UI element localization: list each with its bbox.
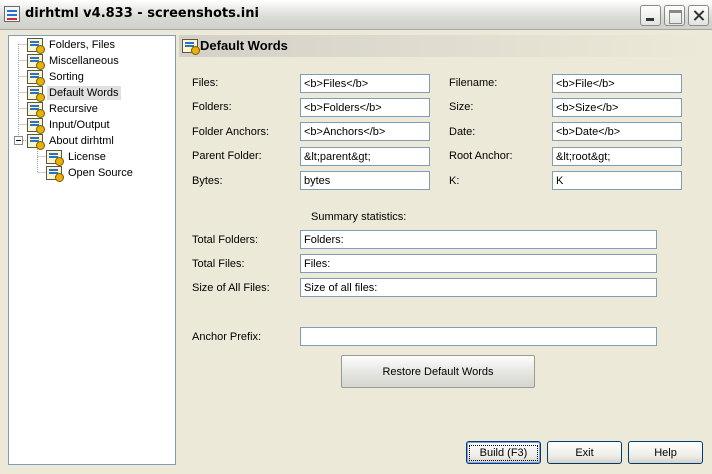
tree-item-miscellaneous[interactable]: Miscellaneous	[27, 53, 121, 70]
tree-item-open-source[interactable]: Open Source	[46, 165, 135, 182]
root-anchor-label: Root Anchor:	[449, 150, 513, 162]
k-input[interactable]: K	[552, 171, 682, 190]
build-button-label: Build (F3)	[468, 444, 539, 461]
restore-default-words-button[interactable]: Restore Default Words	[341, 355, 535, 388]
tree-item-label: Input/Output	[49, 119, 110, 131]
maximize-button[interactable]	[664, 5, 685, 26]
total-files-input[interactable]: Files:	[300, 254, 657, 273]
total-folders-input[interactable]: Folders:	[300, 230, 657, 249]
help-button[interactable]: Help	[628, 441, 703, 464]
bytes-label: Bytes:	[192, 175, 223, 187]
parent-folder-label: Parent Folder:	[192, 150, 262, 162]
k-label: K:	[449, 175, 460, 187]
tree-item-sorting[interactable]: Sorting	[27, 69, 86, 86]
anchor-prefix-input[interactable]	[300, 327, 657, 346]
parent-folder-input[interactable]: &lt;parent&gt;	[300, 147, 430, 166]
settings-page-icon	[27, 54, 45, 70]
folders-label: Folders:	[192, 101, 232, 113]
tree-item-input-output[interactable]: Input/Output	[27, 117, 112, 134]
minimize-button[interactable]	[640, 5, 661, 26]
filename-input[interactable]: <b>File</b>	[552, 74, 682, 93]
tree-item-label: Default Words	[47, 86, 121, 100]
settings-page-icon	[27, 70, 45, 86]
settings-page-icon	[46, 166, 64, 182]
size-all-files-label: Size of All Files:	[192, 282, 270, 294]
total-folders-label: Total Folders:	[192, 234, 259, 246]
tree-item-label: Open Source	[68, 167, 133, 179]
size-label: Size:	[449, 101, 474, 113]
settings-page-icon	[27, 102, 45, 118]
tree-item-label: Recursive	[49, 103, 98, 115]
files-label: Files:	[192, 77, 219, 89]
close-button[interactable]	[688, 5, 709, 26]
document-icon	[27, 134, 45, 150]
build-button[interactable]: Build (F3)	[466, 441, 541, 464]
settings-page-icon	[27, 38, 45, 54]
date-label: Date:	[449, 126, 476, 138]
tree-item-folders-files[interactable]: Folders, Files	[27, 37, 117, 54]
tree-item-about[interactable]: About dirhtml	[27, 133, 116, 150]
exit-button[interactable]: Exit	[547, 441, 622, 464]
files-input[interactable]: <b>Files</b>	[300, 74, 430, 93]
tree-item-label: Folders, Files	[49, 39, 116, 51]
tree-item-label: Sorting	[49, 71, 84, 83]
folder-anchors-input[interactable]: <b>Anchors</b>	[300, 122, 430, 141]
settings-page-icon	[27, 118, 45, 134]
collapse-toggle-icon[interactable]	[14, 136, 23, 145]
tree-item-recursive[interactable]: Recursive	[27, 101, 100, 118]
settings-page-icon	[182, 39, 200, 55]
tree-item-label: Miscellaneous	[49, 55, 119, 67]
tree-item-default-words[interactable]: Default Words	[27, 85, 121, 102]
tree-item-label: License	[68, 151, 106, 163]
app-icon[interactable]	[4, 6, 20, 22]
folders-input[interactable]: <b>Folders</b>	[300, 98, 430, 117]
folder-anchors-label: Folder Anchors:	[192, 126, 270, 138]
anchor-prefix-label: Anchor Prefix:	[192, 331, 262, 343]
tree-item-license[interactable]: License	[46, 149, 108, 166]
panel-header: Default Words	[179, 35, 704, 57]
settings-page-icon	[46, 150, 64, 166]
root-anchor-input[interactable]: &lt;root&gt;	[552, 147, 682, 166]
summary-title: Summary statistics:	[311, 211, 407, 223]
total-files-label: Total Files:	[192, 258, 245, 270]
tree-item-label: About dirhtml	[49, 135, 114, 147]
window-title: dirhtml v4.833 - screenshots.ini	[25, 6, 259, 21]
size-input[interactable]: <b>Size</b>	[552, 98, 682, 117]
date-input[interactable]: <b>Date</b>	[552, 122, 682, 141]
title-bar[interactable]: dirhtml v4.833 - screenshots.ini	[0, 0, 712, 30]
filename-label: Filename:	[449, 77, 498, 89]
bytes-input[interactable]: bytes	[300, 171, 430, 190]
settings-tree[interactable]: Folders, Files Miscellaneous Sorting Def…	[8, 35, 176, 465]
panel-title: Default Words	[200, 38, 288, 53]
size-all-files-input[interactable]: Size of all files:	[300, 278, 657, 297]
settings-page-icon	[27, 86, 45, 102]
